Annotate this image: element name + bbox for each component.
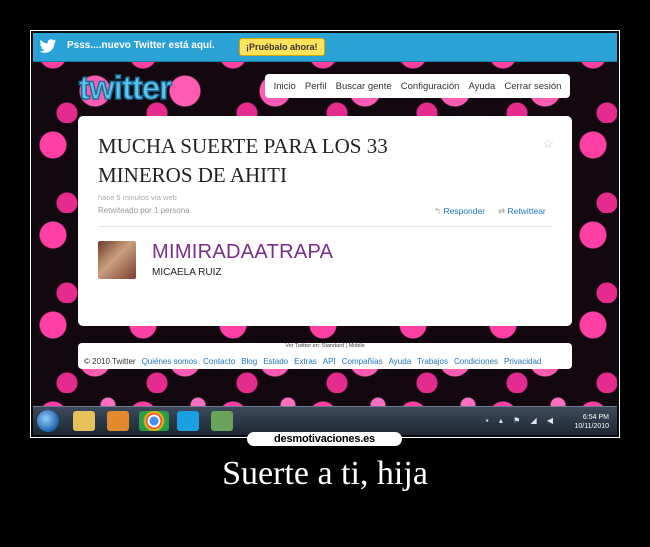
footer-link-estado[interactable]: Estado — [263, 357, 288, 366]
poster-caption: Suerte a ti, hija — [222, 455, 428, 492]
skype-icon[interactable] — [177, 411, 199, 431]
footer-link-ayuda[interactable]: Ayuda — [389, 357, 412, 366]
notification-text: Psss....nuevo Twitter está aquí. — [67, 40, 215, 51]
chrome-icon[interactable] — [139, 411, 169, 431]
reply-link[interactable]: ↰ Responder — [434, 206, 485, 217]
tweet-card: MUCHA SUERTE PARA LOS 33 MINEROS DE AHIT… — [78, 116, 572, 326]
profile-real-name: MICAELA RUIZ — [152, 267, 222, 278]
retweet-label: Retwittear — [507, 206, 546, 216]
media-player-icon[interactable] — [107, 411, 129, 431]
browser-screen: Psss....nuevo Twitter está aquí. ¡Pruéba… — [33, 33, 617, 435]
top-nav-bar: Inicio Perfil Buscar gente Configuración… — [265, 74, 570, 98]
retweet-link[interactable]: ⇄ Retwittear — [498, 206, 546, 217]
nav-item-ayuda[interactable]: Ayuda — [469, 81, 496, 92]
screenshot-frame: Psss....nuevo Twitter está aquí. ¡Pruéba… — [30, 30, 620, 438]
clock-date: 10/11/2010 — [574, 423, 609, 430]
nav-item-inicio[interactable]: Inicio — [274, 81, 296, 92]
clock-time: 6:54 PM — [582, 414, 609, 421]
footer-link-contacto[interactable]: Contacto — [203, 357, 235, 366]
footer-link-condiciones[interactable]: Condiciones — [454, 357, 498, 366]
twitter-logo-text: twitter — [79, 69, 172, 106]
footer-link-api[interactable]: API — [323, 357, 336, 366]
twitter-logo[interactable]: twitter — [77, 68, 207, 106]
avatar[interactable] — [98, 241, 136, 279]
twitter-bird-icon — [39, 39, 57, 53]
footer-link-companias[interactable]: Compañías — [342, 357, 383, 366]
system-clock[interactable]: 6:54 PM 10/11/2010 — [574, 413, 609, 431]
nav-item-perfil[interactable]: Perfil — [305, 81, 327, 92]
nav-item-buscar-gente[interactable]: Buscar gente — [336, 81, 392, 92]
nav-item-configuracion[interactable]: Configuración — [401, 81, 460, 92]
reply-label: Responder — [443, 206, 486, 216]
system-tray-icons[interactable]: ▪ ▴ ⚑ ◢ ◀ — [486, 416, 557, 425]
footer-copyright: © 2010 Twitter — [84, 356, 136, 366]
view-version-toggle[interactable]: Ver Twitter en: Standard | Mobile — [33, 343, 617, 349]
footer-link-quienes-somos[interactable]: Quiénes somos — [142, 357, 198, 366]
footer-link-extras[interactable]: Extras — [294, 357, 317, 366]
card-divider — [98, 226, 552, 227]
new-twitter-notification-bar: Psss....nuevo Twitter está aquí. ¡Pruéba… — [33, 33, 617, 62]
profile-username[interactable]: MIMIRADAATRAPA — [152, 241, 333, 264]
favorite-star-icon[interactable]: ☆ — [542, 136, 554, 152]
start-button-icon[interactable] — [37, 410, 59, 432]
try-now-button[interactable]: ¡Pruébalo ahora! — [239, 38, 325, 56]
nav-item-cerrar-sesion[interactable]: Cerrar sesión — [504, 81, 561, 92]
footer-link-blog[interactable]: Blog — [241, 357, 257, 366]
tweet-text: MUCHA SUERTE PARA LOS 33 MINEROS DE AHIT… — [98, 134, 388, 187]
app-icon[interactable] — [211, 411, 233, 431]
site-watermark: desmotivaciones.es — [247, 432, 402, 446]
tweet-timestamp[interactable]: hace 5 minutos vía web — [98, 193, 177, 202]
footer-link-trabajos[interactable]: Trabajos — [417, 357, 448, 366]
footer-link-privacidad[interactable]: Privacidad — [504, 357, 541, 366]
retweeted-by[interactable]: Retwiteado por 1 persona — [98, 206, 190, 215]
windows-taskbar: ▪ ▴ ⚑ ◢ ◀ 6:54 PM 10/11/2010 — [33, 406, 617, 435]
explorer-icon[interactable] — [73, 411, 95, 431]
